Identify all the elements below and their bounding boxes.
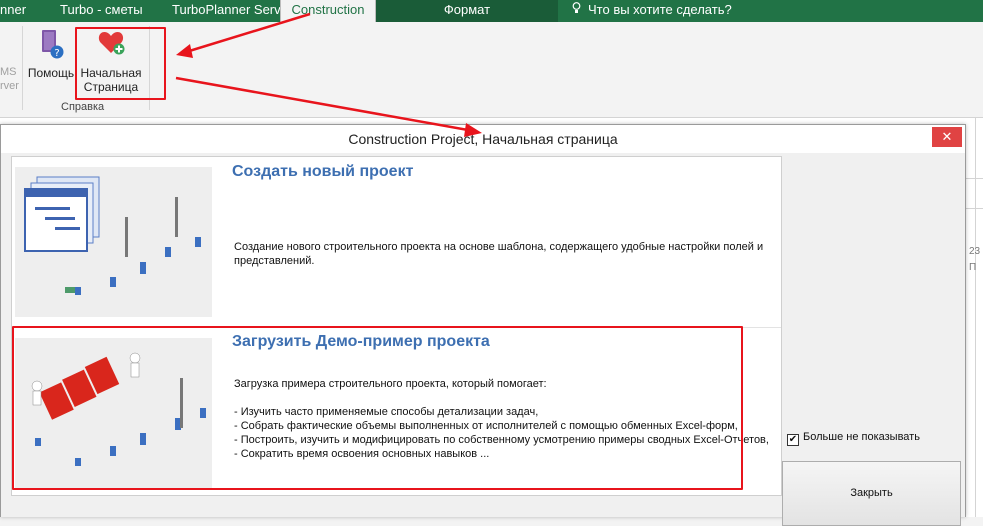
annotation-arrowhead [176,44,193,58]
annotation-arrow-to-dialog [175,76,469,132]
annotation-arrow-to-ribbon [185,12,311,54]
annotation-arrowhead [464,123,482,137]
annotation-arrows [175,12,482,137]
